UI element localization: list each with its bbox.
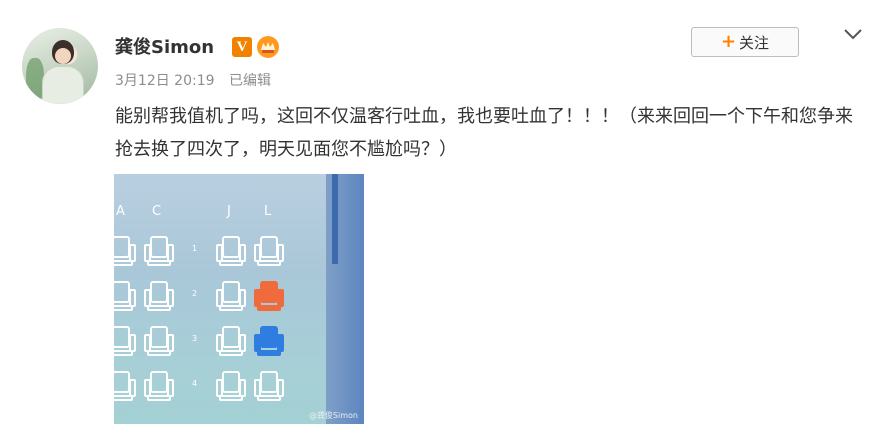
edited-label[interactable]: 已编辑 [229, 73, 271, 89]
plus-icon: + [720, 31, 737, 52]
avatar[interactable] [22, 28, 98, 104]
seat-3l-selected [254, 326, 284, 356]
avatar-shirt [42, 66, 84, 104]
username[interactable]: 龚俊Simon [115, 34, 214, 62]
seat-1c [144, 236, 174, 266]
post-content: 能别帮我值机了吗，这回不仅温客行吐血，我也要吐血了！！！（来来回回一个下午和您争… [115, 106, 853, 160]
follow-label: 关注 [739, 33, 770, 52]
image-scroll-bar [332, 174, 338, 264]
column-label-l: L [264, 204, 272, 219]
seat-3a [114, 326, 136, 356]
seat-4j [216, 371, 246, 401]
avatar-face [55, 48, 71, 64]
column-label-c: C [152, 204, 162, 219]
row-label-2: 2 [192, 289, 198, 298]
image-watermark: @龚俊Simon [308, 411, 358, 420]
verified-badge[interactable]: V [232, 37, 252, 57]
seat-1j [216, 236, 246, 266]
column-label-j: J [227, 204, 231, 219]
post-date[interactable]: 3月12日 20:19 [115, 73, 215, 89]
post-meta: 3月12日 20:19 已编辑 [115, 70, 281, 92]
seat-1l [254, 236, 284, 266]
vip-crown-icon[interactable] [256, 35, 280, 59]
seat-3j [216, 326, 246, 356]
seat-2j [216, 281, 246, 311]
image-window-edge [326, 174, 364, 424]
seat-4a [114, 371, 136, 401]
seat-3c [144, 326, 174, 356]
row-label-4: 4 [192, 379, 198, 388]
row-label-1: 1 [192, 244, 198, 253]
seat-2l-selected [254, 281, 284, 311]
seat-1a [114, 236, 136, 266]
post-image[interactable]: A C J L 1 2 3 4 @龚俊Simon [114, 174, 364, 424]
follow-button[interactable]: + 关注 [691, 27, 799, 57]
chevron-down-icon[interactable] [842, 26, 864, 42]
row-label-3: 3 [192, 334, 198, 343]
column-label-a: A [116, 204, 125, 219]
seat-4c [144, 371, 174, 401]
seat-4l [254, 371, 284, 401]
seat-2c [144, 281, 174, 311]
seat-2a [114, 281, 136, 311]
